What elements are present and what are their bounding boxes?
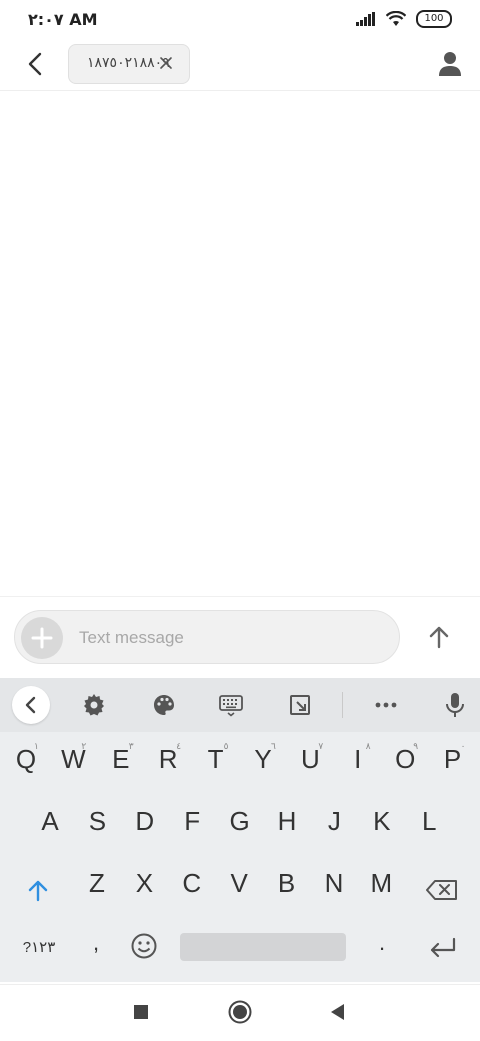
- key-v[interactable]: V: [217, 868, 261, 899]
- period-key[interactable]: .: [360, 930, 404, 956]
- key-hint: ٦: [271, 742, 276, 752]
- key-m[interactable]: M: [359, 868, 403, 899]
- key-b[interactable]: B: [265, 868, 309, 899]
- key-w[interactable]: W: [51, 744, 95, 775]
- key-d[interactable]: D: [123, 806, 167, 837]
- shift-key[interactable]: [16, 870, 60, 910]
- key-hint: ٢: [81, 742, 87, 752]
- keyboard-icon: [219, 695, 243, 717]
- key-s[interactable]: S: [75, 806, 119, 837]
- key-hint: ٧: [318, 742, 324, 752]
- key-f[interactable]: F: [170, 806, 214, 837]
- compose-bar: [0, 596, 480, 677]
- keyboard-more-button[interactable]: [369, 688, 403, 722]
- status-time: ٢:٠٧ AM: [28, 10, 98, 29]
- backspace-key[interactable]: [420, 870, 464, 910]
- key-l[interactable]: L: [407, 806, 451, 837]
- voice-input-button[interactable]: [438, 688, 472, 722]
- triangle-back-icon: [331, 1004, 344, 1020]
- key-hint: ٥: [223, 742, 229, 752]
- keyboard-collapse-button[interactable]: [12, 686, 50, 724]
- key-j[interactable]: J: [312, 806, 356, 837]
- comma-key[interactable]: ,: [74, 930, 118, 956]
- message-input[interactable]: [79, 624, 379, 652]
- key-q[interactable]: Q: [4, 744, 48, 775]
- navigation-bar: [0, 984, 480, 1041]
- backspace-icon: [426, 880, 457, 900]
- message-list: [0, 91, 480, 596]
- contact-button[interactable]: [434, 48, 466, 80]
- key-e[interactable]: E: [99, 744, 143, 775]
- home-button[interactable]: [227, 999, 253, 1025]
- key-c[interactable]: C: [170, 868, 214, 899]
- back-arrow-icon: [28, 52, 42, 76]
- signal-icon: [356, 12, 375, 26]
- keyboard-theme-button[interactable]: [147, 688, 181, 722]
- key-hint: ٤: [176, 742, 182, 752]
- key-n[interactable]: N: [312, 868, 356, 899]
- enter-key[interactable]: [424, 932, 460, 962]
- more-icon: [375, 702, 397, 708]
- back-nav-button[interactable]: [326, 1001, 348, 1023]
- toolbar-divider: [342, 692, 343, 718]
- key-u[interactable]: U: [288, 744, 332, 775]
- key-o[interactable]: O: [383, 744, 427, 775]
- recipient-chip[interactable]: ١٨٧٥٠٢١٨٨٠٩: [68, 44, 190, 84]
- key-y[interactable]: Y: [241, 744, 285, 775]
- status-icons: 100: [356, 10, 452, 28]
- emoji-key[interactable]: [130, 932, 160, 962]
- key-hint: ٨: [365, 742, 371, 752]
- key-hint: ١: [34, 742, 39, 752]
- palette-icon: [154, 695, 174, 715]
- square-icon: [134, 1005, 148, 1019]
- keyboard: ?١٢٣ , . Q١ W٢ E٣ R٤ T٥ Y٦ U٧ I٨ O٩ P٠ ASDFGHJKL ZX…: [0, 678, 480, 982]
- key-hint: ٠: [460, 742, 466, 752]
- chevron-left-icon: [25, 696, 36, 714]
- shift-arrow-icon: [28, 880, 48, 902]
- key-z[interactable]: Z: [75, 868, 119, 899]
- keyboard-toolbar: [0, 678, 480, 732]
- key-k[interactable]: K: [360, 806, 404, 837]
- key-a[interactable]: A: [28, 806, 72, 837]
- mic-icon: [446, 693, 464, 717]
- status-bar: ٢:٠٧ AM 100: [0, 0, 480, 40]
- send-button[interactable]: [420, 618, 458, 656]
- emoji-icon: [131, 933, 157, 959]
- attach-button[interactable]: [21, 617, 63, 659]
- key-x[interactable]: X: [122, 868, 166, 899]
- person-icon: [439, 52, 461, 76]
- symbols-key[interactable]: ?١٢٣: [16, 938, 62, 956]
- key-p[interactable]: P: [431, 744, 475, 775]
- enter-icon: [430, 937, 456, 958]
- key-r[interactable]: R: [146, 744, 190, 775]
- gear-icon: [84, 694, 104, 716]
- space-key[interactable]: [180, 933, 346, 961]
- keyboard-layout-button[interactable]: [214, 688, 248, 722]
- keyboard-resize-button[interactable]: [283, 688, 317, 722]
- back-button[interactable]: [18, 46, 54, 82]
- key-hint: ٩: [413, 742, 419, 752]
- wifi-icon: [386, 11, 406, 26]
- compose-field[interactable]: [14, 610, 400, 664]
- key-hint: ٣: [128, 742, 134, 752]
- key-i[interactable]: I: [336, 744, 380, 775]
- conversation-header: ١٨٧٥٠٢١٨٨٠٩: [0, 40, 480, 91]
- close-icon[interactable]: [157, 54, 175, 72]
- key-g[interactable]: G: [218, 806, 262, 837]
- plus-icon: [31, 627, 53, 649]
- resize-icon: [290, 695, 310, 715]
- key-h[interactable]: H: [265, 806, 309, 837]
- keyboard-settings-button[interactable]: [77, 688, 111, 722]
- send-arrow-icon: [429, 626, 449, 649]
- recents-button[interactable]: [130, 1001, 152, 1023]
- battery-icon: 100: [416, 10, 452, 28]
- home-circle-icon: [228, 1000, 252, 1024]
- key-t[interactable]: T: [194, 744, 238, 775]
